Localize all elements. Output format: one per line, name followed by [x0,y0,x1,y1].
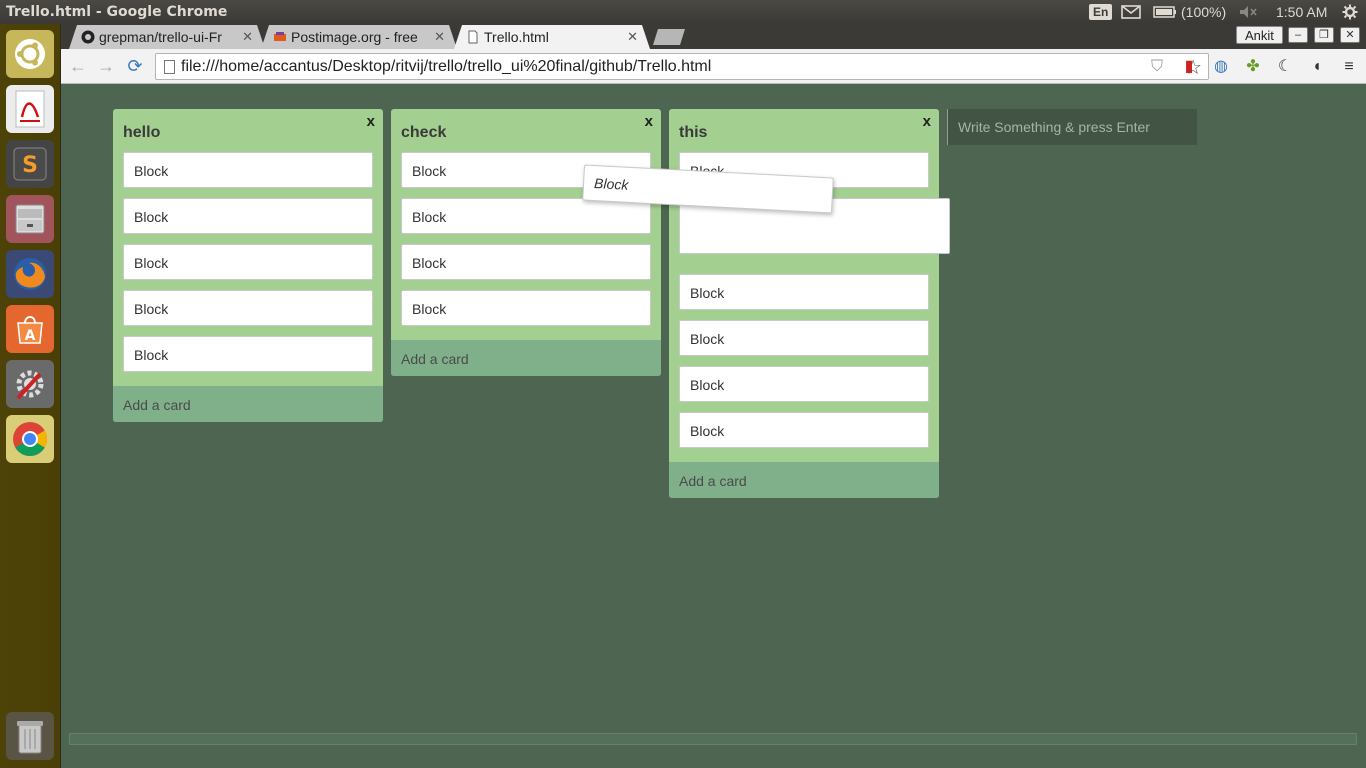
mail-icon[interactable] [1121,3,1141,21]
horizontal-scrollbar[interactable] [69,733,1357,745]
file-manager-icon[interactable] [6,195,54,243]
close-window-icon[interactable]: ✕ [1340,27,1360,43]
restore-icon[interactable]: ❐ [1314,27,1334,43]
keyboard-layout-indicator[interactable]: En [1089,3,1113,21]
add-card-button[interactable]: Add a card [669,462,939,498]
card[interactable]: Block [123,152,373,188]
list-this: x this Block Block Block Block Block Add… [669,109,950,498]
clock[interactable]: 1:50 AM [1276,3,1327,21]
minimize-icon[interactable]: – [1288,27,1308,43]
back-arrow-icon[interactable]: ← [67,56,89,78]
page-favicon-icon [468,30,478,44]
bookmark-extension-icon[interactable]: ▮ [1179,57,1199,77]
battery-percent: (100%) [1181,4,1227,20]
card[interactable]: Block [401,244,651,280]
svg-text:S: S [22,153,38,178]
volume-muted-icon[interactable] [1238,3,1258,21]
list-check: x check Block Block Block Block Add a ca… [391,109,661,376]
close-list-icon[interactable]: x [645,113,653,130]
menu-icon[interactable]: ≡ [1339,57,1359,77]
close-list-icon[interactable]: x [923,113,931,130]
window-title: Trello.html - Google Chrome [6,4,228,20]
svg-text:A: A [25,328,36,344]
add-card-button[interactable]: Add a card [391,340,661,376]
globe-extension-icon[interactable]: ◍ [1211,57,1231,77]
tab-postimage[interactable]: Postimage.org - free ✕ [261,25,457,49]
tab-strip: grepman/trello-ui-Fr ✕ Postimage.org - f… [61,24,1366,49]
tab-close-icon[interactable]: ✕ [434,29,445,45]
card[interactable]: Block [123,198,373,234]
card[interactable]: Block [401,198,651,234]
battery-indicator[interactable]: (100%) [1153,3,1226,21]
shield-extension-icon[interactable]: ⛉ [1147,57,1167,77]
browser-window: grepman/trello-ui-Fr ✕ Postimage.org - f… [61,24,1366,768]
add-card-button[interactable]: Add a card [113,386,383,422]
tab-label: Trello.html [484,29,549,45]
chrome-icon[interactable] [6,415,54,463]
forward-arrow-icon[interactable]: → [95,56,117,78]
list-title[interactable]: this [669,109,939,152]
card[interactable]: Block [123,336,373,372]
tab-github[interactable]: grepman/trello-ui-Fr ✕ [69,25,265,49]
system-settings-icon[interactable] [6,360,54,408]
url-text[interactable]: file:///home/accantus/Desktop/ritvij/tre… [181,58,711,76]
card[interactable]: Block [679,320,929,356]
clock-text: 1:50 AM [1276,4,1328,20]
page-icon [164,60,175,74]
pdf-viewer-icon[interactable] [6,85,54,133]
leaf-extension-icon[interactable]: ✤ [1243,57,1263,77]
unity-launcher: S A [0,24,61,768]
close-list-icon[interactable]: x [367,113,375,130]
tab-trello[interactable]: Trello.html ✕ [454,25,650,49]
browser-toolbar: ← → ⟳ file:///home/accantus/Desktop/ritv… [61,49,1366,84]
card[interactable]: Block [679,366,929,402]
postimage-favicon-icon [274,32,286,41]
new-list-input[interactable] [947,109,1197,145]
tab-close-icon[interactable]: ✕ [242,29,253,45]
firefox-icon[interactable] [6,250,54,298]
speaker-extension-icon[interactable]: ◖ [1307,57,1327,77]
tab-close-icon[interactable]: ✕ [627,29,638,45]
board-page: x hello Block Block Block Block Block Ad… [61,85,1366,768]
list-title[interactable]: hello [113,109,383,152]
address-bar[interactable]: file:///home/accantus/Desktop/ritvij/tre… [155,53,1209,80]
tab-label: Postimage.org - free [291,29,418,45]
list-title[interactable]: check [391,109,661,152]
card[interactable]: Block [679,274,929,310]
card[interactable]: Block [401,290,651,326]
moon-extension-icon[interactable]: ☾ [1275,57,1295,77]
card[interactable]: Block [123,290,373,326]
new-tab-button[interactable] [653,29,685,45]
card[interactable]: Block [123,244,373,280]
battery-icon [1153,6,1176,18]
software-center-icon[interactable]: A [6,305,54,353]
ubuntu-dash-icon[interactable] [6,30,54,78]
os-top-panel: Trello.html - Google Chrome En (100%) 1:… [0,0,1366,24]
settings-gear-icon[interactable] [1342,3,1358,21]
sublime-text-icon[interactable]: S [6,140,54,188]
list-hello: x hello Block Block Block Block Block Ad… [113,109,383,422]
reload-icon[interactable]: ⟳ [124,56,146,78]
tab-label: grepman/trello-ui-Fr [99,29,222,45]
profile-button[interactable]: Ankit [1236,26,1283,44]
card[interactable]: Block [679,412,929,448]
trash-icon[interactable] [6,712,54,760]
lang-badge: En [1089,4,1113,20]
github-favicon-icon [81,30,95,44]
